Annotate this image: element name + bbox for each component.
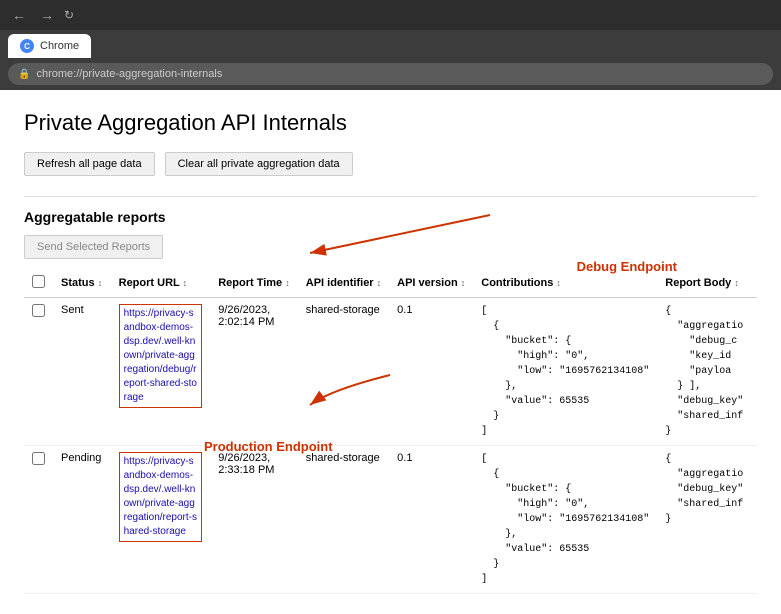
lock-icon: 🔒 [18,69,30,80]
tab-bar: C Chrome [0,30,781,58]
reports-table: Status ↕ Report URL ↕ Report Time ↕ API … [24,269,757,594]
header-api: API identifier ↕ [298,269,389,298]
table-body: Sent https://privacy-sandbox-demos-dsp.d… [24,298,757,594]
send-selected-button[interactable]: Send Selected Reports [24,235,163,259]
tab-label: Chrome [40,40,79,52]
sort-body-icon[interactable]: ↕ [734,278,739,288]
clear-button[interactable]: Clear all private aggregation data [165,152,353,176]
favicon-letter: C [24,42,30,51]
page-content: Private Aggregation API Internals Refres… [0,90,781,614]
body-json-0: { "aggregatio "debug_c "key_id "payloa }… [665,304,749,439]
back-button[interactable]: ← [8,5,30,25]
header-time: Report Time ↕ [210,269,298,298]
address-bar[interactable]: 🔒 chrome://private-aggregation-internals [8,63,773,85]
url-text: chrome://private-aggregation-internals [36,68,222,80]
row-time-0: 9/26/2023, 2:02:14 PM [210,298,298,446]
contributions-json-1: [ { "bucket": { "high": "0", "low": "169… [481,452,649,587]
row-status-1: Pending [53,446,111,594]
sort-url-icon[interactable]: ↕ [183,278,188,288]
row-contributions-1: [ { "bucket": { "high": "0", "low": "169… [473,446,657,594]
row-body-1: { "aggregatio "debug_key" "shared_inf } [657,446,757,594]
row-checkbox-1[interactable] [32,452,45,465]
body-json-1: { "aggregatio "debug_key" "shared_inf } [665,452,749,527]
header-checkbox [24,269,53,298]
table-row: Sent https://privacy-sandbox-demos-dsp.d… [24,298,757,446]
select-all-checkbox[interactable] [32,275,45,288]
nav-buttons: ← → ↻ [8,5,74,25]
sort-time-icon[interactable]: ↕ [285,278,290,288]
table-container: Debug Endpoint Production Endpoint Statu… [24,269,757,594]
action-buttons: Refresh all page data Clear all private … [24,152,757,176]
divider [24,196,757,197]
row-checkbox-cell [24,298,53,446]
url-box-1: https://privacy-sandbox-demos-dsp.dev/.w… [119,452,203,542]
debug-endpoint-label: Debug Endpoint [577,259,677,274]
browser-titlebar: ← → ↻ [0,0,781,30]
row-url-0: https://privacy-sandbox-demos-dsp.dev/.w… [111,298,211,446]
contributions-json-0: [ { "bucket": { "high": "0", "low": "169… [481,304,649,439]
row-contributions-0: [ { "bucket": { "high": "0", "low": "169… [473,298,657,446]
active-tab[interactable]: C Chrome [8,34,91,58]
forward-button[interactable]: → [36,5,58,25]
sort-version-icon[interactable]: ↕ [461,278,466,288]
row-api-0: shared-storage [298,298,389,446]
header-status: Status ↕ [53,269,111,298]
header-version: API version ↕ [389,269,473,298]
sort-api-icon[interactable]: ↕ [377,278,382,288]
row-url-1: https://privacy-sandbox-demos-dsp.dev/.w… [111,446,211,594]
row-time-1: 9/26/2023, 2:33:18 PM [210,446,298,594]
row-status-0: Sent [53,298,111,446]
header-url: Report URL ↕ [111,269,211,298]
address-bar-row: 🔒 chrome://private-aggregation-internals [0,58,781,90]
section-title: Aggregatable reports [24,209,757,225]
url-box-0: https://privacy-sandbox-demos-dsp.dev/.w… [119,304,203,408]
page-title: Private Aggregation API Internals [24,110,757,136]
tab-favicon: C [20,39,34,53]
row-version-0: 0.1 [389,298,473,446]
sort-contributions-icon[interactable]: ↕ [556,278,561,288]
reload-button[interactable]: ↻ [64,8,74,22]
refresh-button[interactable]: Refresh all page data [24,152,155,176]
sort-status-icon[interactable]: ↕ [98,278,103,288]
row-checkbox-0[interactable] [32,304,45,317]
production-endpoint-label: Production Endpoint [204,439,333,454]
row-api-1: shared-storage [298,446,389,594]
table-row: Pending https://privacy-sandbox-demos-ds… [24,446,757,594]
row-body-0: { "aggregatio "debug_c "key_id "payloa }… [657,298,757,446]
row-checkbox-cell [24,446,53,594]
row-version-1: 0.1 [389,446,473,594]
